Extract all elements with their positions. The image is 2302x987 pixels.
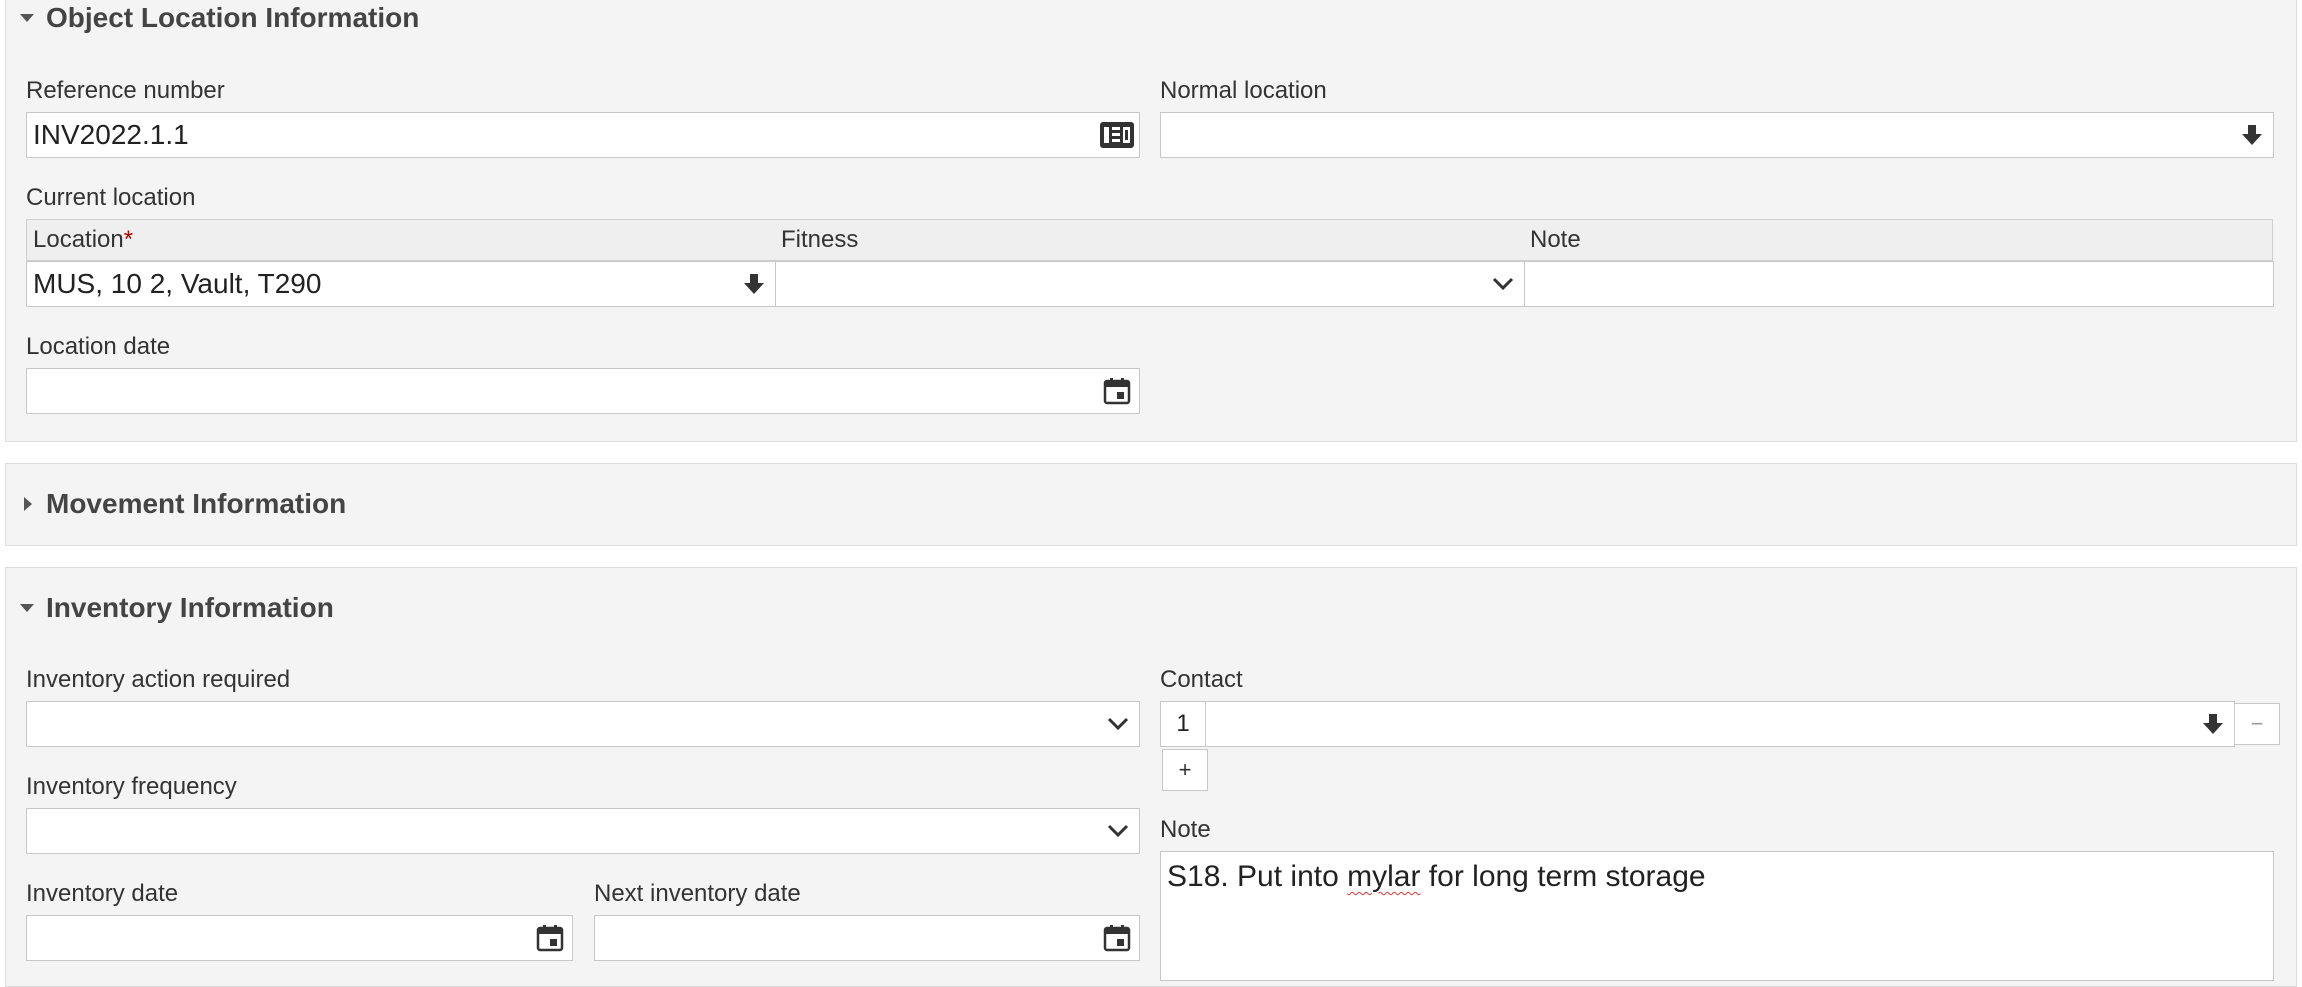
inventory-action-label: Inventory action required: [26, 666, 291, 693]
chevron-down-icon: [1107, 824, 1129, 838]
chevron-down-icon: [1107, 717, 1129, 731]
inventory-note-label: Note: [1160, 816, 1211, 843]
inventory-date-field[interactable]: [26, 915, 573, 961]
fitness-column-header: Fitness: [781, 226, 859, 253]
calendar-icon[interactable]: [536, 924, 564, 952]
inventory-title: Inventory Information: [46, 592, 334, 623]
location-value: MUS, 10 2, Vault, T290: [33, 268, 322, 299]
reference-number-value: INV2022.1.1: [33, 119, 189, 150]
location-field[interactable]: MUS, 10 2, Vault, T290: [26, 261, 776, 307]
inventory-date-label: Inventory date: [26, 880, 179, 907]
location-date-field[interactable]: [26, 368, 1140, 414]
inventory-note-textarea[interactable]: S18. Put into mylar for long term storag…: [1160, 851, 2274, 981]
location-date-label: Location date: [26, 333, 171, 360]
movement-header[interactable]: Movement Information: [20, 486, 346, 522]
inventory-note-text-start: S18. Put into: [1167, 860, 1348, 893]
note-column-header: Note: [1530, 226, 1581, 253]
download-arrow-icon[interactable]: [743, 272, 765, 296]
expand-triangle-icon: [24, 497, 32, 511]
object-location-title: Object Location Information: [46, 2, 420, 33]
movement-title: Movement Information: [46, 488, 347, 519]
current-location-grid-header: Location* Fitness Note: [26, 219, 2273, 261]
movement-panel: [5, 463, 2297, 546]
collapse-triangle-icon: [20, 604, 34, 612]
inventory-action-select[interactable]: [26, 701, 1140, 747]
location-column-header: Location*: [33, 226, 134, 253]
download-arrow-icon[interactable]: [2241, 123, 2263, 147]
add-contact-button[interactable]: +: [1162, 749, 1208, 791]
next-inventory-date-label: Next inventory date: [594, 880, 801, 907]
inventory-frequency-select[interactable]: [26, 808, 1140, 854]
number-generator-icon[interactable]: [1099, 121, 1135, 149]
current-location-label: Current location: [26, 184, 196, 211]
contact-row-index: 1: [1160, 701, 1206, 747]
inventory-frequency-label: Inventory frequency: [26, 773, 237, 800]
contact-field[interactable]: [1205, 701, 2235, 747]
location-note-field[interactable]: [1524, 261, 2274, 307]
inventory-note-text-end: for long term storage: [1420, 860, 1706, 893]
object-location-header[interactable]: Object Location Information: [20, 0, 419, 36]
reference-number-label: Reference number: [26, 77, 225, 104]
download-arrow-icon[interactable]: [2202, 712, 2224, 736]
calendar-icon[interactable]: [1103, 924, 1131, 952]
inventory-header[interactable]: Inventory Information: [20, 590, 334, 626]
next-inventory-date-field[interactable]: [594, 915, 1140, 961]
collapse-triangle-icon: [20, 14, 34, 22]
remove-contact-button[interactable]: −: [2234, 703, 2280, 745]
misspelled-word: mylar: [1347, 860, 1421, 893]
normal-location-field[interactable]: [1160, 112, 2274, 158]
fitness-select[interactable]: [775, 261, 1525, 307]
required-marker: *: [123, 226, 134, 253]
contact-label: Contact: [1160, 666, 1243, 693]
calendar-icon[interactable]: [1103, 377, 1131, 405]
reference-number-field[interactable]: INV2022.1.1: [26, 112, 1140, 158]
normal-location-label: Normal location: [1160, 77, 1327, 104]
chevron-down-icon: [1492, 277, 1514, 291]
